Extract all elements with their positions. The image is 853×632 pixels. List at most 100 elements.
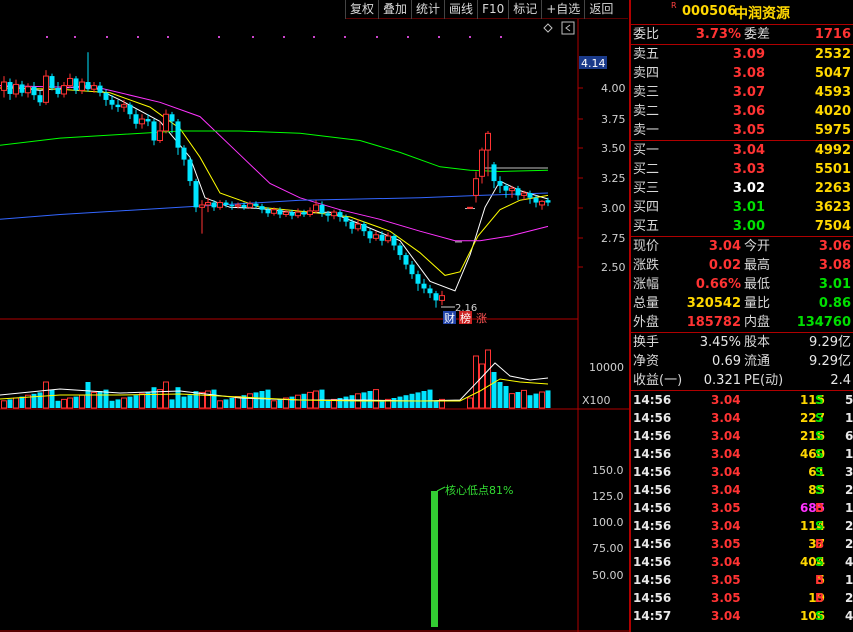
ask-volume: 5047 [814,66,851,81]
volume-bar [223,399,229,408]
candle-body [241,204,247,208]
open-price-label: 今开 [744,239,771,254]
badge-zhang-text[interactable]: 涨 [476,312,487,325]
collapse-panel-icon[interactable] [561,21,575,35]
back-button[interactable]: 返回 [584,0,617,19]
tick-time: 14:56 [633,501,672,515]
candle-body [19,84,25,93]
volume-bar [211,389,217,408]
candle-body [1,81,7,91]
tick-price: 3.05 [711,591,741,605]
candle-body [253,203,259,207]
candle-body [521,192,527,196]
candle-body [235,204,241,207]
volume-bar [415,392,421,408]
draw-line-button[interactable]: 画线 [444,0,477,19]
volume-bar [139,393,145,409]
volume-unit-label: X100 [582,394,611,407]
statistics-button[interactable]: 统计 [411,0,444,19]
event-dot [252,36,254,38]
tick-price: 3.04 [711,393,741,407]
ask-row[interactable]: 卖五 3.09 2532 [631,45,853,64]
candle-body [331,211,337,217]
tick-count: 11 [845,411,853,425]
share-capital-label: 股本 [744,335,771,350]
candle-body [545,200,551,203]
candle-body [373,234,379,239]
restore-rights-button[interactable]: 复权 [345,0,378,19]
candle-body [205,202,211,206]
bid-row[interactable]: 买三 3.02 2263 [631,179,853,198]
candle-body [409,264,415,275]
candle-body [295,211,301,217]
tick-row: 14:563.04227S11 [631,409,853,427]
bid-label: 买一 [633,143,660,158]
price-axis-label: 3.75 [601,113,626,126]
tick-row: 14:56 3.04 61 S 3 [631,463,853,481]
change-pct-label: 涨幅 [633,277,660,292]
volume-bar [1,400,7,409]
volume-bar [433,400,439,408]
current-price-label: 现价 [633,239,660,254]
ask-row[interactable]: 卖一 3.05 5975 [631,121,853,140]
volume-bar [403,395,409,408]
volume-bar [533,393,539,408]
f10-button[interactable]: F10 [477,0,508,19]
candle-body [217,202,223,208]
candlesticks [1,52,551,308]
volume-bar [7,399,13,408]
ask-price: 3.06 [732,104,765,119]
bid-volume: 7504 [814,219,851,234]
candle-body [79,81,85,91]
bid-row[interactable]: 买二 3.03 5501 [631,160,853,179]
diamond-icon[interactable] [543,23,553,33]
candle-body [127,104,133,115]
ask-row[interactable]: 卖二 3.06 4020 [631,102,853,121]
mark-button[interactable]: 标记 [508,0,541,19]
tick-count: 2 [845,483,853,497]
volume-bar [67,397,73,409]
share-capital-value: 9.29亿 [809,335,851,350]
candle-body [349,221,355,229]
volume-bar [115,399,121,408]
ask-row[interactable]: 卖四 3.08 5047 [631,64,853,83]
change-pct-value: 0.66% [695,277,741,292]
volume-bar [133,395,139,408]
volume-bar [379,400,385,408]
order-ratio-label: 委比 [633,27,660,42]
candle-body [265,209,271,214]
turnover-label: 换手 [633,335,660,350]
stock-name: 中润资源 [734,6,790,22]
float-shares-value: 9.29亿 [809,354,851,369]
ask-row[interactable]: 卖三 3.07 4593 [631,83,853,102]
quote-row: 净资 0.69 流通 9.29亿 [631,352,853,371]
add-watchlist-button[interactable]: +自选 [541,0,584,19]
tick-price: 3.04 [711,483,741,497]
candle-body [55,88,61,94]
stock-code: 000506 [682,4,737,19]
ma20-line [0,85,549,242]
candle-body [223,202,229,205]
stock-terminal-window: 复权 叠加 统计 画线 F10 标记 +自选 返回 4.00 3.75 3.50… [0,0,853,632]
volume-bar [169,399,175,408]
bid-row[interactable]: 买五 3.00 7504 [631,217,853,236]
bid-row[interactable]: 买四 3.01 3623 [631,198,853,217]
tick-list[interactable]: 14:563.04115S514:563.04227S1114:563.0421… [631,391,853,625]
bid-row[interactable]: 买一 3.04 4992 [631,141,853,160]
bid-price: 3.02 [732,181,765,196]
price-axis-label: 2.50 [601,261,626,274]
change-value: 0.02 [708,258,741,273]
current-price-value: 3.04 [708,239,741,254]
eps-value: 0.321 [703,373,741,388]
volume-bar [367,391,373,408]
turnover-value: 3.45% [699,335,741,350]
ask-volume: 4020 [814,104,851,119]
eps-label: 收益(一) [633,373,683,388]
fundamental-stats: 换手 3.45% 股本 9.29亿 净资 0.69 流通 9.29亿 收益(一)… [631,333,853,390]
bid-price: 3.03 [732,162,765,177]
overlay-button[interactable]: 叠加 [378,0,411,19]
tick-time: 14:56 [633,429,672,443]
candle-body [427,288,433,294]
quote-row: 收益(一) 0.321 PE(动) 2.4 [631,371,853,390]
kline-chart[interactable]: 4.00 3.75 3.50 3.25 3.00 2.75 2.50 4.14 … [0,19,629,632]
